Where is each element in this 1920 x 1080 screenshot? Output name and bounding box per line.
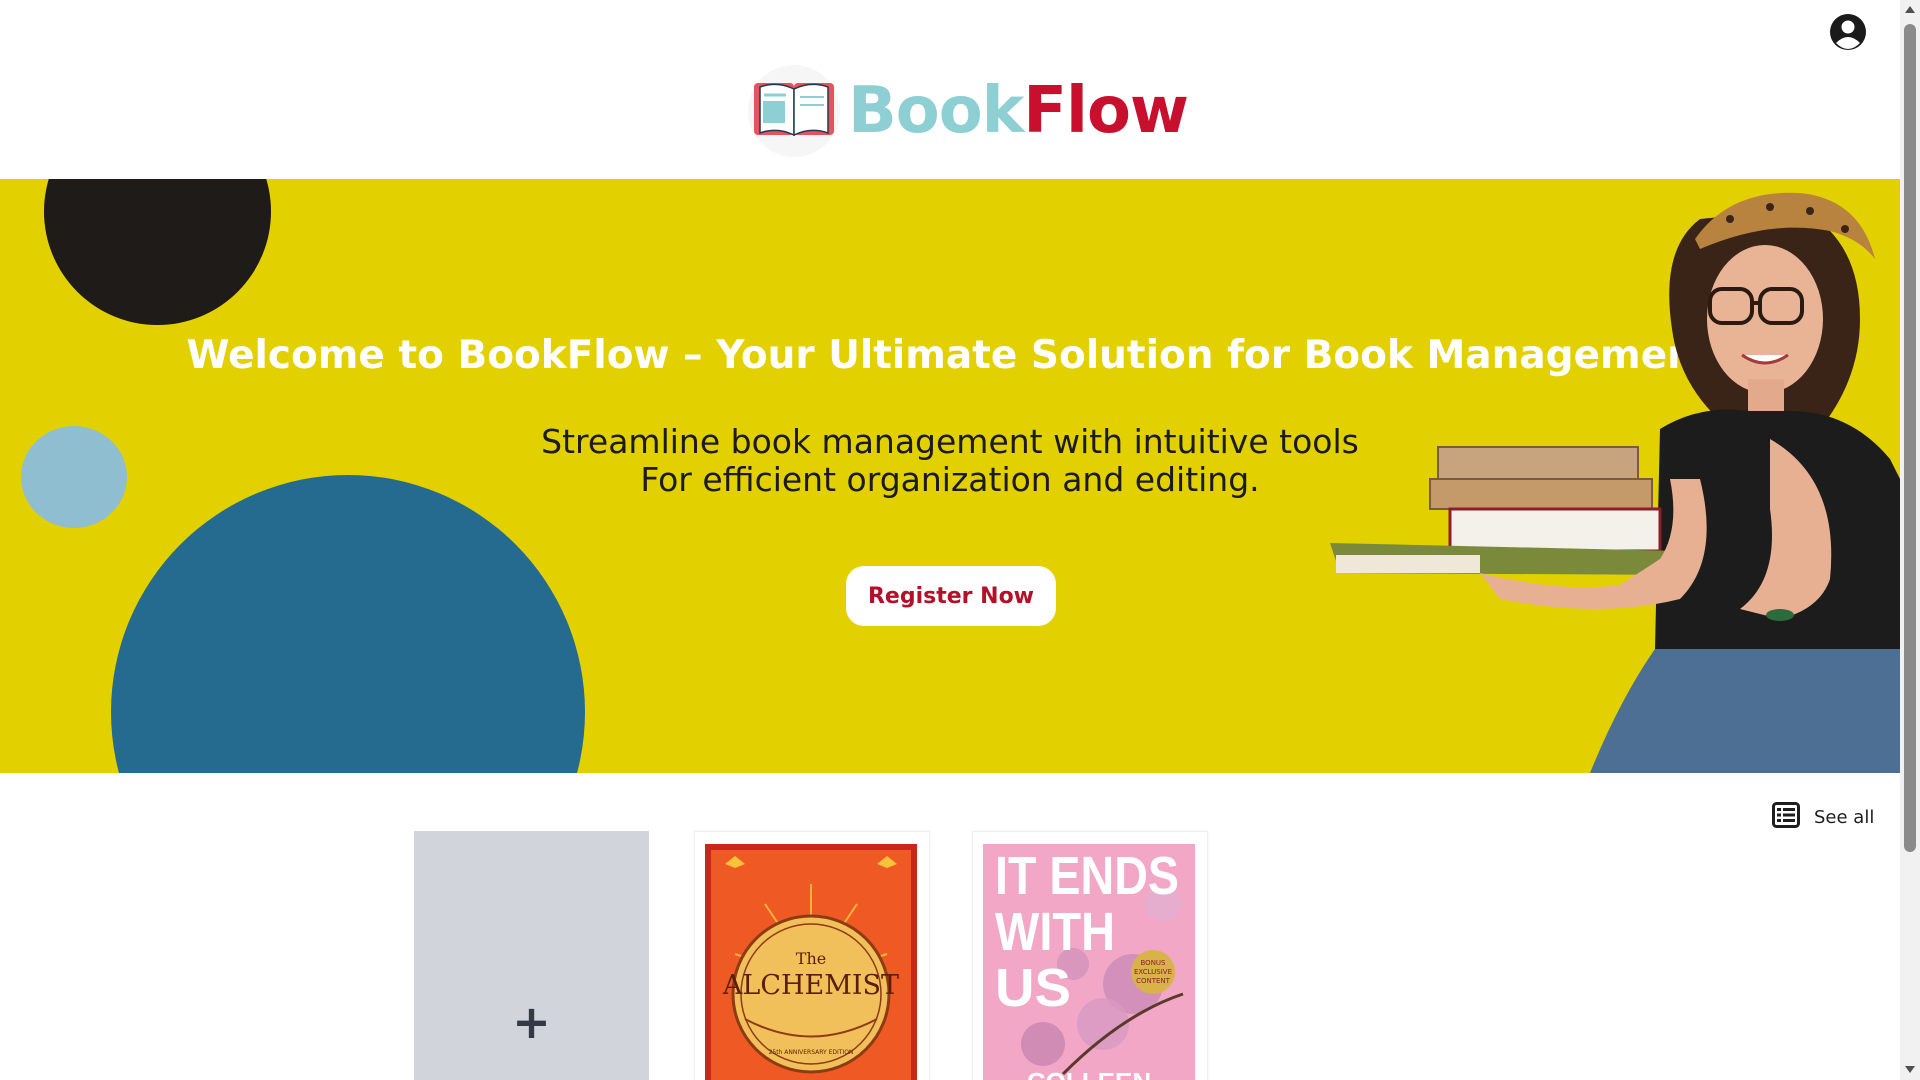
scrollbar-thumb[interactable] <box>1904 24 1916 852</box>
see-all-label: See all <box>1814 806 1875 828</box>
brand-name-book: Book <box>848 74 1024 148</box>
header: BookFlow <box>0 0 1900 179</box>
book-card[interactable]: The ALCHEMIST 25th ANNIVERSARY EDITION <box>694 831 930 1080</box>
book-badge-text: CONTENT <box>1136 977 1171 985</box>
book-cover-text: 25th ANNIVERSARY EDITION <box>769 1049 854 1056</box>
see-all-link[interactable]: See all <box>1772 802 1874 832</box>
bookflow-logo[interactable]: BookFlow <box>748 56 1189 166</box>
plus-icon: + <box>512 995 551 1049</box>
brand-name: BookFlow <box>848 74 1189 148</box>
decorative-circle <box>44 179 271 325</box>
book-cover-text: IT ENDS <box>995 846 1179 906</box>
scroll-up-arrow-icon[interactable] <box>1905 6 1915 13</box>
vertical-scrollbar[interactable] <box>1900 0 1920 1080</box>
book-card[interactable]: IT ENDS WITH US BONUS EXCLUSIVE CONTENT … <box>972 831 1208 1080</box>
book-cover: IT ENDS WITH US BONUS EXCLUSIVE CONTENT … <box>983 844 1195 1080</box>
user-account-icon[interactable] <box>1828 12 1868 52</box>
list-icon <box>1772 802 1800 832</box>
book-badge-text: BONUS <box>1141 959 1167 967</box>
brand-name-flow: Flow <box>1023 74 1189 148</box>
hero-banner: Welcome to BookFlow – Your Ultimate Solu… <box>0 179 1900 773</box>
book-cover-text: ALCHEMIST <box>722 970 899 1001</box>
book-cover-text: WITH <box>995 902 1115 962</box>
book-cover-text: The <box>796 949 826 968</box>
book-cover: The ALCHEMIST 25th ANNIVERSARY EDITION <box>705 844 917 1080</box>
decorative-circle <box>111 475 585 773</box>
page: BookFlow Welcome to BookFlow – Your Ulti… <box>0 0 1920 1080</box>
book-cover-author: COLLEEN <box>1027 1067 1151 1080</box>
register-now-button[interactable]: Register Now <box>846 566 1056 626</box>
scroll-down-arrow-icon[interactable] <box>1905 1066 1915 1073</box>
add-book-button[interactable]: + <box>414 831 649 1080</box>
book-logo-icon <box>748 65 840 157</box>
woman-holding-books-image <box>1330 192 1900 773</box>
book-cover-text: US <box>995 958 1071 1018</box>
book-badge-text: EXCLUSIVE <box>1134 968 1172 976</box>
